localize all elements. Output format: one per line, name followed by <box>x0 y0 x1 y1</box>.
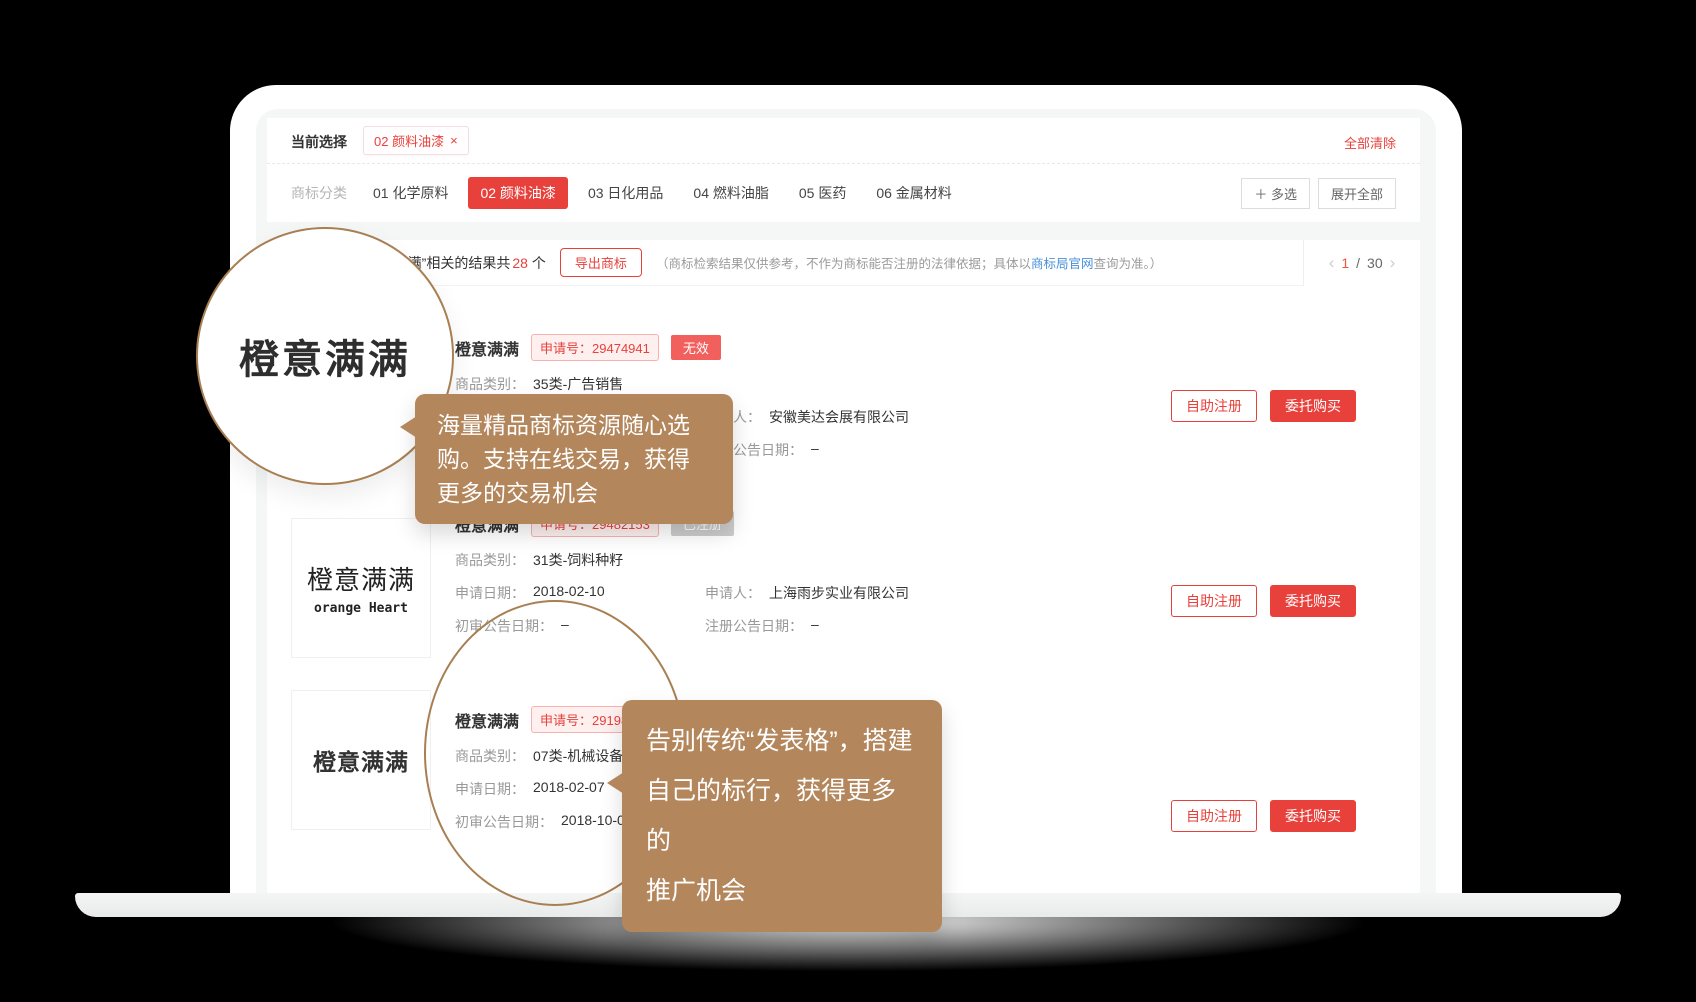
next-page-icon[interactable]: › <box>1390 253 1396 273</box>
trademark-image-text: 橙意满满 <box>307 560 415 597</box>
apply-date-label: 申请日期： <box>455 583 525 603</box>
category-item-02-active[interactable]: 02 颜料油漆 <box>468 177 567 209</box>
category-item-06[interactable]: 06 金属材料 <box>866 177 961 209</box>
disclaimer-text: （商标检索结果仅供参考，不作为商标能否注册的法律依据；具体以商标局官网查询为准。… <box>656 253 1162 272</box>
callout-tail <box>400 416 417 438</box>
expand-all-button[interactable]: 展开全部 <box>1318 178 1396 209</box>
self-register-button[interactable]: 自助注册 <box>1171 585 1257 617</box>
summary-mid: ”相关的结果共 <box>422 255 511 271</box>
category-label: 商品类别： <box>455 374 525 394</box>
callout-line: 告别传统“发表格”，搭建 <box>646 716 918 766</box>
category-row-label: 商标分类 <box>291 183 347 203</box>
pagination: ‹ 1 / 30 › <box>1303 240 1420 286</box>
callout-line: 更多的交易机会 <box>437 476 711 510</box>
reg-notice-label: 注册公告日期： <box>705 616 803 636</box>
category-item-01[interactable]: 01 化学原料 <box>363 177 458 209</box>
result-count-unit: 个 <box>532 255 546 271</box>
trademark-image-subtext: orange Heart <box>314 601 408 616</box>
filter-panel: 当前选择 02 颜料油漆 × 全部清除 商标分类 01 化学原料 02 颜料油漆… <box>267 118 1420 222</box>
page: 当前选择 02 颜料油漆 × 全部清除 商标分类 01 化学原料 02 颜料油漆… <box>0 0 1696 1002</box>
total-pages: 30 <box>1367 255 1383 271</box>
row-actions: 自助注册 委托购买 <box>1171 800 1356 832</box>
current-selection-row: 当前选择 02 颜料油漆 × 全部清除 <box>267 118 1420 163</box>
result-count: 28 <box>512 255 528 271</box>
entrust-buy-button[interactable]: 委托购买 <box>1270 390 1356 422</box>
multi-select-button[interactable]: ＋ 多选 <box>1241 178 1310 209</box>
selected-filter-tag-text: 02 颜料油漆 <box>374 131 444 150</box>
disclaimer-suffix: 查询为准。） <box>1093 257 1162 271</box>
selected-filter-tag[interactable]: 02 颜料油漆 × <box>363 126 469 155</box>
disclaimer-prefix: （商标检索结果仅供参考，不作为商标能否注册的法律依据；具体以 <box>656 257 1031 271</box>
trademark-office-link[interactable]: 商标局官网 <box>1031 257 1094 271</box>
reg-notice-value: – <box>811 440 819 460</box>
application-number-value: 29474941 <box>592 341 650 356</box>
category-item-05[interactable]: 05 医药 <box>789 177 856 209</box>
application-number-tag: 申请号：29474941 <box>531 334 659 361</box>
filter-actions: ＋ 多选 展开全部 <box>1241 178 1396 209</box>
magnified-trademark-text: 橙意满满 <box>239 327 411 385</box>
category-item-03[interactable]: 03 日化用品 <box>578 177 673 209</box>
status-badge: 无效 <box>671 335 721 360</box>
trademark-image-tile: 橙意满满 orange Heart <box>291 518 431 658</box>
callout-tail <box>607 772 624 794</box>
category-label: 商品类别： <box>455 550 525 570</box>
clear-all-link[interactable]: 全部清除 <box>1344 133 1396 152</box>
category-list: 01 化学原料 02 颜料油漆 03 日化用品 04 燃料油脂 05 医药 06… <box>363 177 962 209</box>
current-page: 1 <box>1341 255 1349 271</box>
prev-page-icon[interactable]: ‹ <box>1329 253 1335 273</box>
self-register-button[interactable]: 自助注册 <box>1171 390 1257 422</box>
trademark-image-tile: 橙意满满 <box>291 690 431 830</box>
applicant-label: 申请人： <box>705 583 761 603</box>
category-value: 35类-广告销售 <box>533 374 623 394</box>
entrust-buy-button[interactable]: 委托购买 <box>1270 800 1356 832</box>
reg-notice-value: – <box>811 616 819 636</box>
callout-line: 海量精品商标资源随心选 <box>437 408 711 442</box>
category-row: 商标分类 01 化学原料 02 颜料油漆 03 日化用品 04 燃料油脂 05 … <box>267 164 1420 222</box>
trademark-name[interactable]: 橙意满满 <box>455 336 519 360</box>
callout-line: 自己的标行，获得更多的 <box>646 766 918 866</box>
callout-line: 购。支持在线交易，获得 <box>437 442 711 476</box>
row-actions: 自助注册 委托购买 <box>1171 585 1356 617</box>
entrust-buy-button[interactable]: 委托购买 <box>1270 585 1356 617</box>
export-trademarks-button[interactable]: 导出商标 <box>560 248 642 277</box>
applicant-value: 安徽美达会展有限公司 <box>769 407 909 427</box>
trademark-image-text: 橙意满满 <box>313 743 409 777</box>
applicant-value: 上海雨步实业有限公司 <box>769 583 909 603</box>
callout-line: 推广机会 <box>646 866 918 916</box>
category-item-04[interactable]: 04 燃料油脂 <box>683 177 778 209</box>
current-selection-label: 当前选择 <box>291 132 347 152</box>
remove-tag-icon[interactable]: × <box>450 133 458 148</box>
category-value: 31类-饲料种籽 <box>533 550 623 570</box>
callout-bubble-promotion: 告别传统“发表格”，搭建 自己的标行，获得更多的 推广机会 <box>622 700 942 932</box>
self-register-button[interactable]: 自助注册 <box>1171 800 1257 832</box>
page-separator: / <box>1356 255 1360 271</box>
callout-bubble-marketplace: 海量精品商标资源随心选 购。支持在线交易，获得 更多的交易机会 <box>415 394 733 524</box>
row-actions: 自助注册 委托购买 <box>1171 390 1356 422</box>
results-header: 为您检索到“橙意满满”相关的结果共28个 导出商标 （商标检索结果仅供参考，不作… <box>267 240 1420 286</box>
application-number-label: 申请号： <box>540 341 592 356</box>
